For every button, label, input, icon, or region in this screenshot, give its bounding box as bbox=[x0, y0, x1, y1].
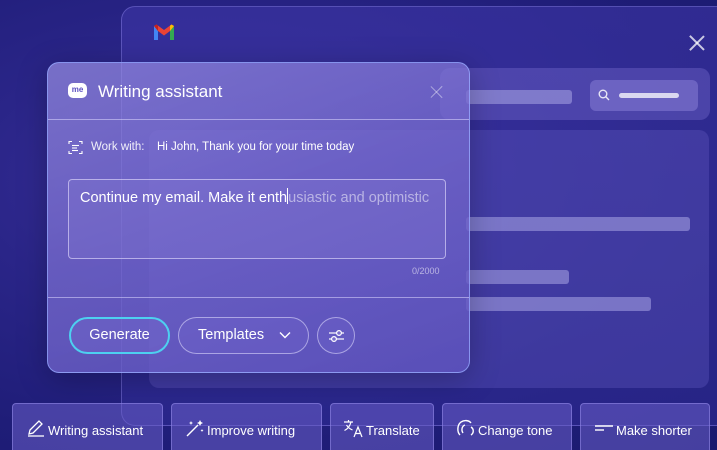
toolbar-translate[interactable]: Translate bbox=[330, 403, 434, 450]
toolbar-change-tone[interactable]: Change tone bbox=[442, 403, 572, 450]
placeholder-bar bbox=[466, 90, 572, 104]
prompt-typed-text: Continue my email. Make it enth bbox=[80, 190, 288, 206]
toolbar-improve-writing[interactable]: Improve writing bbox=[171, 403, 322, 450]
content-line bbox=[466, 270, 569, 284]
toolbar-label: Writing assistant bbox=[48, 423, 144, 438]
toolbar-label: Make shorter bbox=[616, 423, 692, 438]
search-placeholder-bar bbox=[619, 93, 679, 98]
magic-wand-icon bbox=[186, 420, 204, 437]
prompt-suggestion-text: usiastic and optimistic bbox=[288, 190, 430, 206]
toolbar-label: Translate bbox=[366, 423, 420, 438]
pencil-icon bbox=[28, 420, 44, 437]
sliders-icon bbox=[329, 329, 344, 343]
dialog-title: Writing assistant bbox=[98, 82, 223, 101]
settings-button[interactable] bbox=[317, 317, 355, 354]
search-icon bbox=[598, 89, 610, 101]
content-line bbox=[466, 297, 651, 311]
me-badge-icon: me bbox=[68, 83, 87, 98]
divider bbox=[48, 297, 469, 298]
scan-text-icon bbox=[68, 140, 83, 155]
close-icon[interactable] bbox=[430, 85, 444, 99]
toolbar-make-shorter[interactable]: Make shorter bbox=[580, 403, 710, 450]
tone-icon bbox=[457, 419, 474, 436]
shorten-icon bbox=[595, 425, 613, 431]
work-with-label: Work with: bbox=[91, 141, 145, 153]
templates-dropdown[interactable]: Templates bbox=[178, 317, 309, 354]
toolbar-writing-assistant[interactable]: Writing assistant bbox=[12, 403, 163, 450]
translate-icon bbox=[344, 420, 363, 438]
toolbar-label: Change tone bbox=[478, 423, 553, 438]
chevron-down-icon bbox=[279, 332, 291, 339]
writing-assistant-dialog: me Writing assistant Work with: Hi John,… bbox=[47, 62, 470, 373]
toolbar-label: Improve writing bbox=[207, 423, 296, 438]
generate-button[interactable]: Generate bbox=[69, 317, 170, 354]
content-line bbox=[466, 217, 690, 231]
work-with-value: Hi John, Thank you for your time today bbox=[157, 141, 355, 153]
prompt-input[interactable]: Continue my email. Make it enthusiastic … bbox=[68, 179, 446, 259]
character-count: 0/2000 bbox=[412, 266, 440, 276]
templates-label: Templates bbox=[198, 327, 265, 343]
dialog-header: me Writing assistant bbox=[48, 63, 469, 120]
gmail-icon[interactable] bbox=[152, 22, 176, 42]
window-close-icon[interactable] bbox=[688, 34, 706, 52]
